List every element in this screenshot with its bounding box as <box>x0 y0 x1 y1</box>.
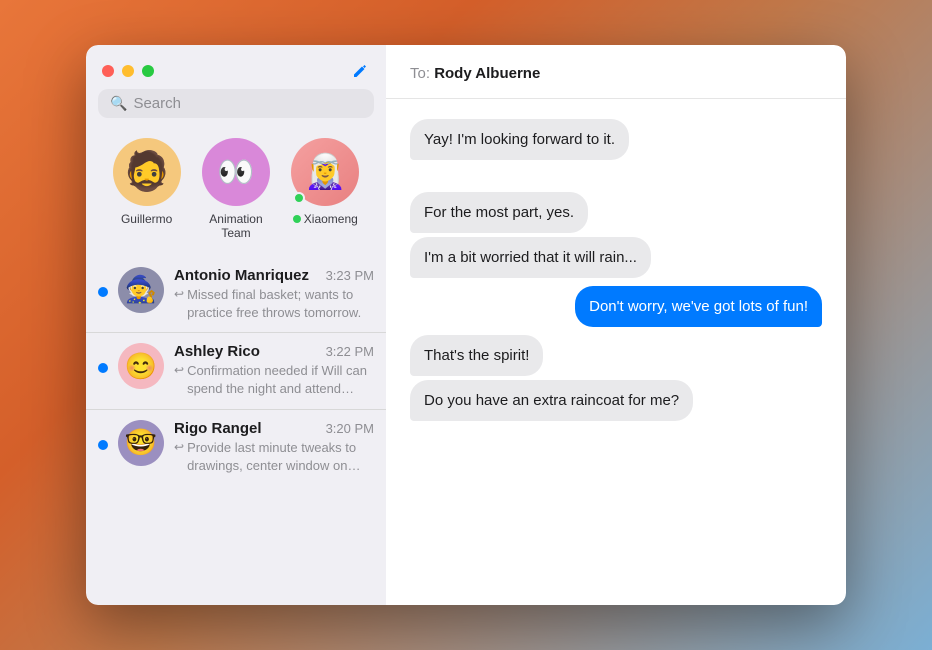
chat-panel: To: Rody Albuerne Yay! I'm looking forwa… <box>386 45 846 605</box>
pinned-name-xiaomeng: Xiaomeng <box>304 212 358 226</box>
message-group-4: That's the spirit! Do you have an extra … <box>410 335 822 421</box>
conv-time-ashley: 3:22 PM <box>326 344 374 359</box>
pinned-contact-animation-team[interactable]: 👀 Animation Team <box>196 138 276 241</box>
message-group-3: Don't worry, we've got lots of fun! <box>410 286 822 327</box>
conv-time-antonio: 3:23 PM <box>326 268 374 283</box>
pinned-contacts: 🧔 Guillermo 👀 Animation Team 🧝‍♀️ <box>86 130 386 257</box>
conv-header-antonio: Antonio Manriquez 3:23 PM <box>174 267 374 284</box>
unread-dot-rigo <box>98 440 108 450</box>
titlebar <box>86 45 386 89</box>
messages-area: Yay! I'm looking forward to it. For the … <box>386 99 846 605</box>
conv-content-ashley: Ashley Rico 3:22 PM ↩ Confirmation neede… <box>174 343 374 398</box>
sidebar: 🔍 Search 🧔 Guillermo 👀 Animation <box>86 45 386 605</box>
avatar-wrapper-xiaomeng: 🧝‍♀️ <box>291 138 359 206</box>
conv-header-ashley: Ashley Rico 3:22 PM <box>174 343 374 360</box>
conv-time-rigo: 3:20 PM <box>326 421 374 436</box>
unread-dot-ashley <box>98 363 108 373</box>
conv-name-rigo: Rigo Rangel <box>174 420 262 437</box>
conversation-antonio[interactable]: 🧙 Antonio Manriquez 3:23 PM ↩ Missed fin… <box>86 257 386 333</box>
pinned-contact-guillermo[interactable]: 🧔 Guillermo <box>107 138 187 241</box>
avatar-antonio: 🧙 <box>118 267 164 313</box>
avatar-ashley: 😊 <box>118 343 164 389</box>
to-label: To: <box>410 65 430 82</box>
conv-header-rigo: Rigo Rangel 3:20 PM <box>174 420 374 437</box>
avatar-rigo: 🤓 <box>118 420 164 466</box>
conv-name-antonio: Antonio Manriquez <box>174 267 309 284</box>
minimize-button[interactable] <box>122 65 134 77</box>
close-button[interactable] <box>102 65 114 77</box>
message-5: That's the spirit! <box>410 335 543 376</box>
online-dot-xiaomeng <box>293 215 301 223</box>
avatar-emoji-rigo: 🤓 <box>125 427 157 458</box>
spacer-1 <box>410 168 822 184</box>
conv-preview-rigo: ↩ Provide last minute tweaks to drawings… <box>174 439 374 475</box>
avatar-emoji-antonio: 🧙 <box>125 274 157 305</box>
reply-icon-antonio: ↩ <box>174 287 184 301</box>
reply-icon-ashley: ↩ <box>174 363 184 377</box>
reply-icon-rigo: ↩ <box>174 440 184 454</box>
unread-dot-antonio <box>98 287 108 297</box>
message-group-1: Yay! I'm looking forward to it. <box>410 119 822 160</box>
search-bar[interactable]: 🔍 Search <box>98 89 374 118</box>
conv-preview-antonio: ↩ Missed final basket; wants to practice… <box>174 286 374 322</box>
message-4: Don't worry, we've got lots of fun! <box>575 286 822 327</box>
messages-window: 🔍 Search 🧔 Guillermo 👀 Animation <box>86 45 846 605</box>
pinned-contact-xiaomeng[interactable]: 🧝‍♀️ Xiaomeng <box>285 138 365 241</box>
pinned-name-animation-team: Animation Team <box>196 212 276 241</box>
avatar-emoji-ashley: 😊 <box>125 351 157 382</box>
online-indicator-xiaomeng <box>293 192 305 204</box>
compose-button[interactable] <box>350 61 370 81</box>
xiaomeng-name-with-dot: Xiaomeng <box>293 212 358 226</box>
message-3: I'm a bit worried that it will rain... <box>410 237 651 278</box>
avatar-wrapper-animation-team: 👀 <box>202 138 270 206</box>
conv-text-antonio: Missed final basket; wants to practice f… <box>187 286 374 322</box>
avatar-wrapper-guillermo: 🧔 <box>113 138 181 206</box>
conversation-ashley[interactable]: 😊 Ashley Rico 3:22 PM ↩ Confirmation nee… <box>86 333 386 409</box>
avatar-guillermo: 🧔 <box>113 138 181 206</box>
conversation-list: 🧙 Antonio Manriquez 3:23 PM ↩ Missed fin… <box>86 257 386 605</box>
traffic-lights <box>102 65 154 77</box>
conversation-rigo[interactable]: 🤓 Rigo Rangel 3:20 PM ↩ Provide last min… <box>86 410 386 485</box>
to-line: To: Rody Albuerne <box>410 65 822 82</box>
message-1: Yay! I'm looking forward to it. <box>410 119 629 160</box>
chat-header: To: Rody Albuerne <box>386 45 846 99</box>
pinned-name-guillermo: Guillermo <box>121 212 172 226</box>
conv-content-antonio: Antonio Manriquez 3:23 PM ↩ Missed final… <box>174 267 374 322</box>
message-6: Do you have an extra raincoat for me? <box>410 380 693 421</box>
search-label: Search <box>133 95 181 112</box>
message-group-2: For the most part, yes. I'm a bit worrie… <box>410 192 822 278</box>
search-icon: 🔍 <box>110 95 127 112</box>
conv-name-ashley: Ashley Rico <box>174 343 260 360</box>
conv-text-rigo: Provide last minute tweaks to drawings, … <box>187 439 374 475</box>
maximize-button[interactable] <box>142 65 154 77</box>
avatar-animation-team: 👀 <box>202 138 270 206</box>
message-2: For the most part, yes. <box>410 192 588 233</box>
conv-text-ashley: Confirmation needed if Will can spend th… <box>187 362 374 398</box>
conv-preview-ashley: ↩ Confirmation needed if Will can spend … <box>174 362 374 398</box>
conv-content-rigo: Rigo Rangel 3:20 PM ↩ Provide last minut… <box>174 420 374 475</box>
to-name: Rody Albuerne <box>434 65 540 82</box>
